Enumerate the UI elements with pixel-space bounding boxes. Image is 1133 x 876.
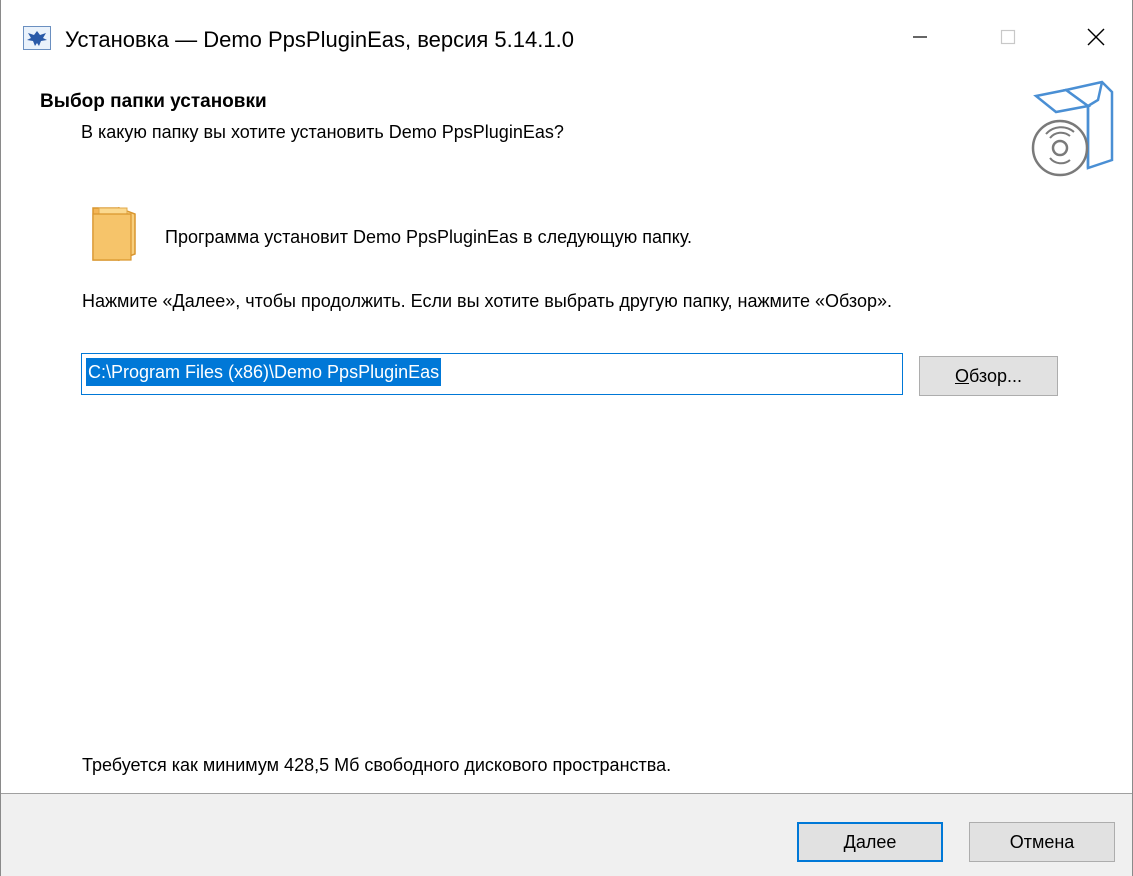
close-button[interactable]: [1052, 0, 1133, 78]
disk-space-requirement: Требуется как минимум 428,5 Мб свободног…: [82, 755, 672, 775]
browse-accelerator: О: [954, 365, 969, 386]
installer-window: Установка — Demo PpsPluginEas, версия 5.…: [0, 0, 1133, 876]
page-subtitle: В какую папку вы хотите установить Demo …: [81, 122, 564, 142]
maximize-button[interactable]: [964, 0, 1052, 78]
setup-box-disc-icon: [1026, 78, 1116, 178]
footer-bar: Далее Отмена: [1, 793, 1132, 876]
title-bar[interactable]: Установка — Demo PpsPluginEas, версия 5.…: [1, 0, 1132, 78]
app-eagle-icon: [23, 26, 51, 50]
install-path-value: C:\Program Files (x86)\Demo PpsPluginEas: [86, 358, 442, 386]
folder-icon: [91, 204, 143, 262]
minimize-icon: [910, 27, 930, 52]
next-label: алее: [855, 831, 897, 852]
cancel-label: Отмена: [1009, 831, 1075, 852]
browse-label: бзор...: [969, 365, 1022, 386]
window-title: Установка — Demo PpsPluginEas, версия 5.…: [65, 27, 574, 52]
maximize-icon: [998, 27, 1018, 52]
page-title: Выбор папки установки: [40, 91, 267, 112]
close-icon: [1085, 26, 1107, 53]
install-description: Программа установит Demo PpsPluginEas в …: [165, 227, 693, 247]
install-instruction: Нажмите «Далее», чтобы продолжить. Если …: [82, 291, 893, 311]
page-header: Выбор папки установки В какую папку вы х…: [1, 78, 1132, 178]
cancel-button[interactable]: Отмена: [969, 822, 1115, 862]
minimize-button[interactable]: [876, 0, 964, 78]
next-accelerator: Д: [843, 831, 856, 852]
install-path-input[interactable]: C:\Program Files (x86)\Demo PpsPluginEas: [81, 353, 903, 395]
next-button[interactable]: Далее: [797, 822, 943, 862]
browse-button[interactable]: Обзор...: [919, 356, 1058, 396]
